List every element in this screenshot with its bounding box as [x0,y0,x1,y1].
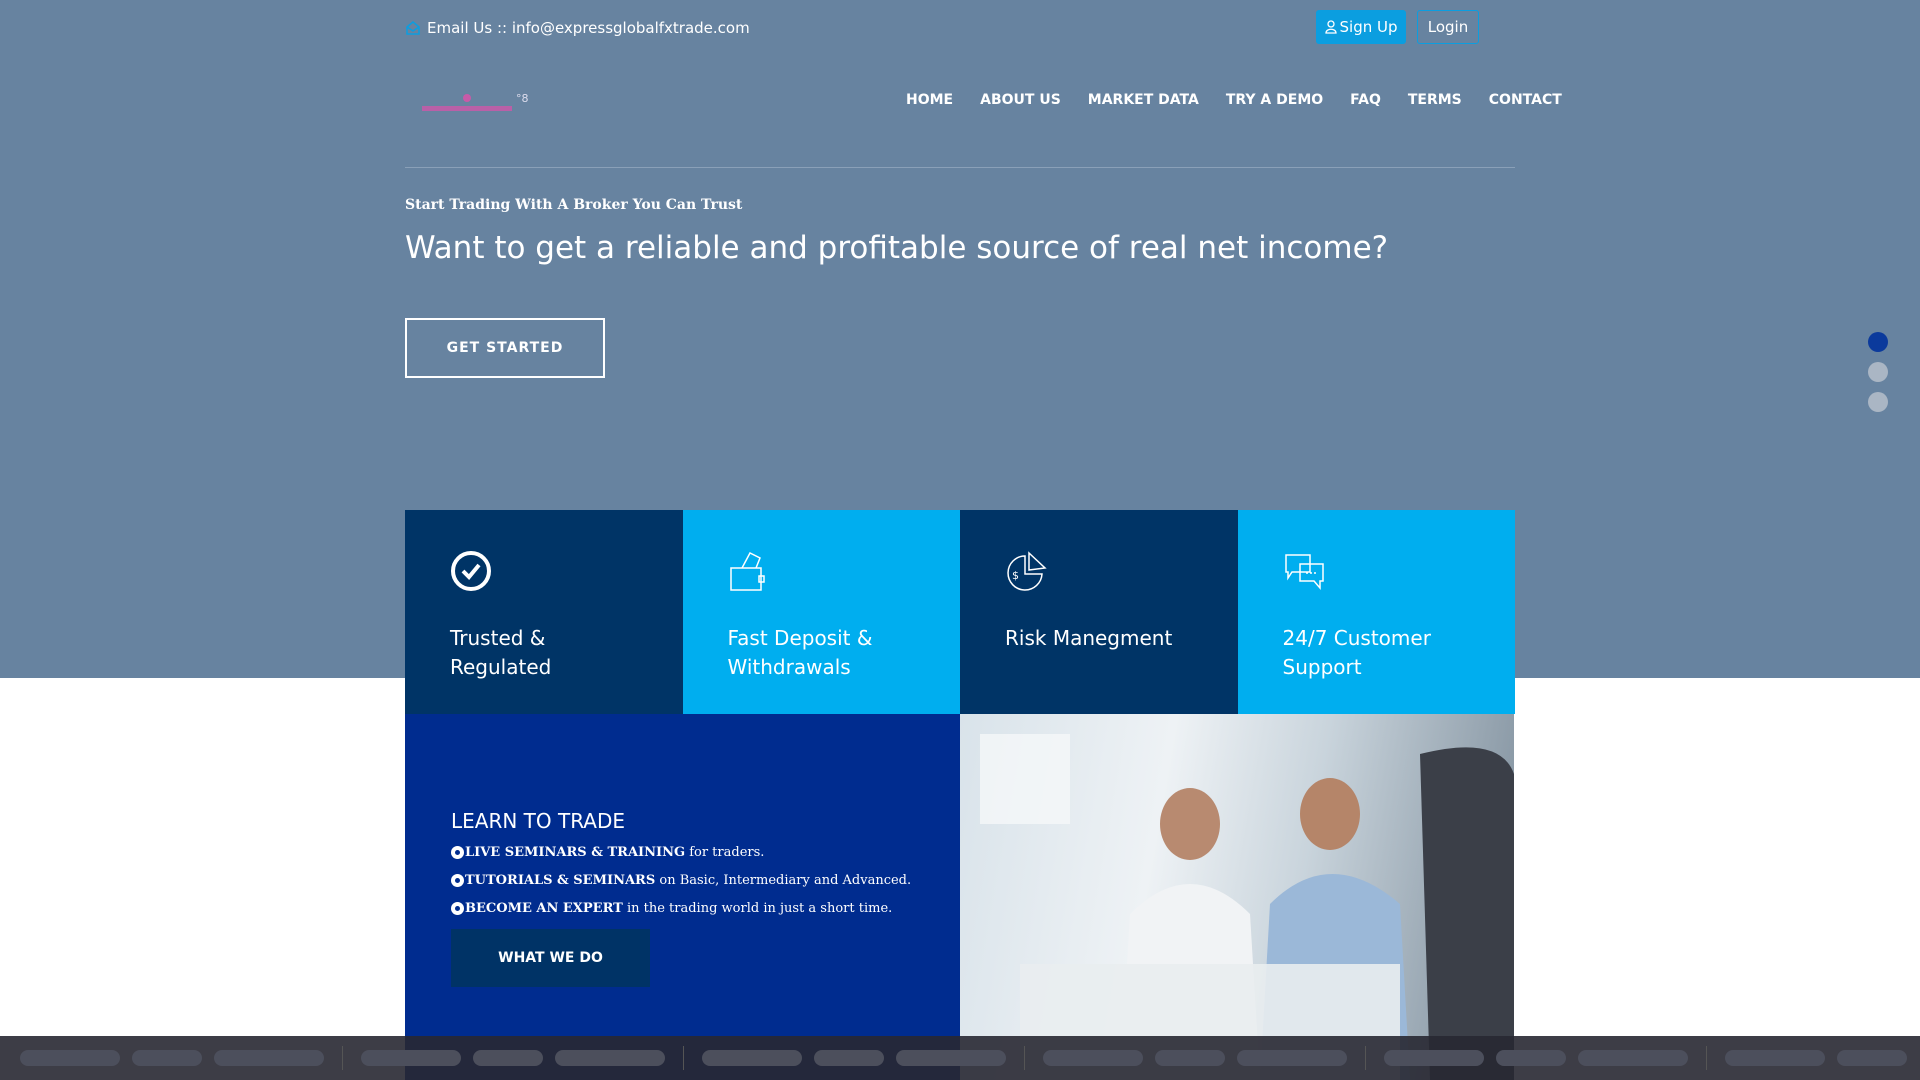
sign-up-label: Sign Up [1339,18,1398,36]
learn-to-trade-panel: LEARN TO TRADE LIVE SEMINARS & TRAINING … [405,714,960,1080]
nav-home[interactable]: HOME [906,92,953,108]
nav-try-a-demo[interactable]: TRY A DEMO [1226,92,1323,108]
what-we-do-button[interactable]: WHAT WE DO [451,929,650,987]
header-divider [405,167,1515,168]
login-button[interactable]: Login [1417,10,1479,44]
learn-bullet: TUTORIALS & SEMINARS on Basic, Intermedi… [451,873,914,888]
bullet-text: on Basic, Intermediary and Advanced. [655,873,912,888]
logo[interactable]: °8 [420,90,530,124]
bullet-icon [451,874,464,887]
features-row: Trusted & Regulated Fast Deposit & Withd… [405,510,1515,714]
chat-bubbles-icon [1284,554,1324,591]
sign-up-button[interactable]: Sign Up [1316,10,1406,44]
bullet-icon [451,846,464,859]
slider-dot-2[interactable] [1868,362,1888,382]
main-nav: HOME ABOUT US MARKET DATA TRY A DEMO FAQ… [906,92,1562,108]
feature-label: Risk Manegment [1005,626,1173,650]
nav-terms[interactable]: TERMS [1408,92,1462,108]
feature-deposit: Fast Deposit & Withdrawals [682,510,960,714]
learn-title: LEARN TO TRADE [451,809,626,833]
slider-dot-1[interactable] [1868,332,1888,352]
nav-about-us[interactable]: ABOUT US [980,92,1061,108]
learn-bullet: BECOME AN EXPERT in the trading world in… [451,901,914,916]
feature-trusted: Trusted & Regulated [405,510,683,714]
user-icon [1324,20,1337,34]
bullet-text: for traders. [685,845,765,860]
check-circle-icon [451,551,491,591]
business-meeting-photo [960,714,1514,1080]
svg-text:$: $ [1012,569,1019,582]
nav-faq[interactable]: FAQ [1350,92,1381,108]
feature-label: Fast Deposit & Withdrawals [727,626,873,679]
email-text: Email Us :: info@expressglobalfxtrade.co… [427,19,750,37]
pie-chart-dollar-icon: $ [1007,551,1047,591]
envelope-icon [406,21,420,35]
svg-text:°8: °8 [516,92,529,105]
learn-bullet: LIVE SEMINARS & TRAINING for traders. [451,845,914,860]
slider-dot-3[interactable] [1868,392,1888,412]
bullet-bold: LIVE SEMINARS & TRAINING [465,845,686,860]
bullet-bold: TUTORIALS & SEMINARS [465,873,656,888]
nav-contact[interactable]: CONTACT [1489,92,1562,108]
hero-tagline: Start Trading With A Broker You Can Trus… [405,197,743,213]
email-contact[interactable]: Email Us :: info@expressglobalfxtrade.co… [405,19,750,37]
wallet-icon [729,552,765,591]
hero-headline: Want to get a reliable and profitable so… [405,230,1389,266]
bullet-text: in the trading world in just a short tim… [622,901,893,916]
bullet-bold: BECOME AN EXPERT [465,901,623,916]
feature-label: 24/7 Customer Support [1282,626,1431,679]
feature-support: 24/7 Customer Support [1237,510,1515,714]
feature-risk: $ Risk Manegment [960,510,1238,714]
bullet-icon [451,902,464,915]
market-ticker-bar [0,1036,1920,1080]
get-started-button[interactable]: GET STARTED [405,318,605,378]
nav-market-data[interactable]: MARKET DATA [1088,92,1199,108]
feature-label: Trusted & Regulated [450,626,552,679]
